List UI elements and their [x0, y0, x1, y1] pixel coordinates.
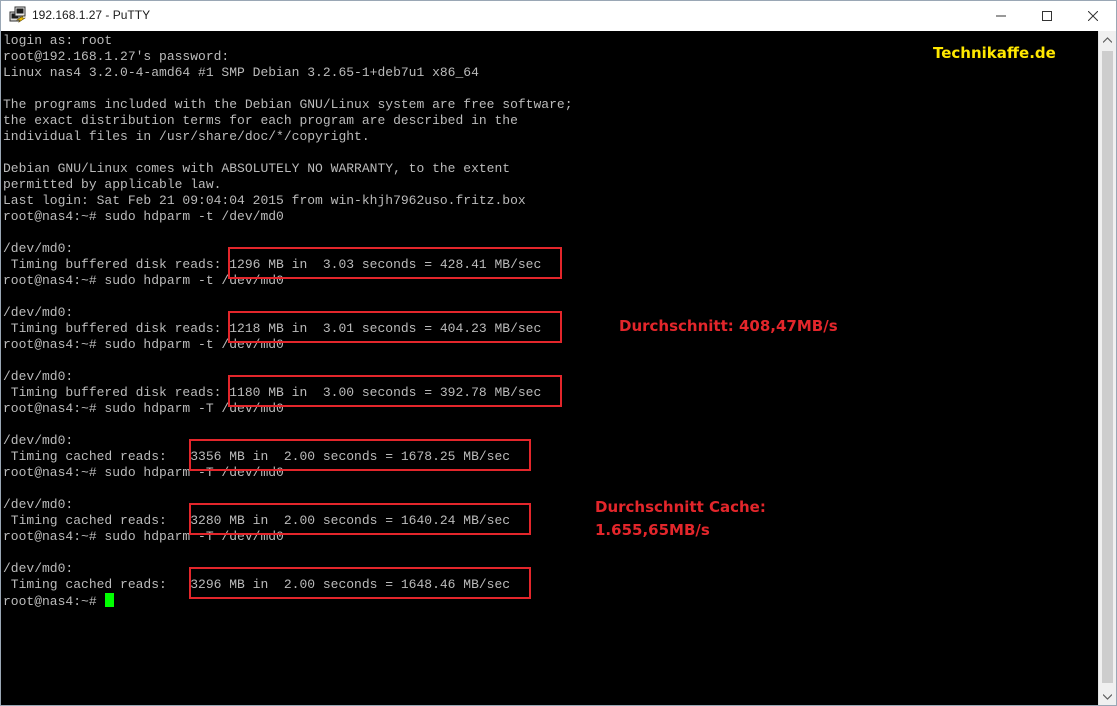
- close-icon: [1088, 11, 1098, 21]
- scroll-down-button[interactable]: [1099, 688, 1116, 705]
- terminal-line: /dev/md0:: [3, 433, 74, 448]
- terminal-prompt: root@nas4:~#: [3, 594, 105, 609]
- highlight-box-cache-read-3: [189, 567, 531, 599]
- maximize-icon: [1042, 11, 1052, 21]
- window-title: 192.168.1.27 - PuTTY: [32, 8, 151, 22]
- terminal-line: The programs included with the Debian GN…: [3, 97, 573, 112]
- terminal-line: /dev/md0:: [3, 241, 74, 256]
- terminal-line: Linux nas4 3.2.0-4-amd64 #1 SMP Debian 3…: [3, 65, 479, 80]
- scroll-up-button[interactable]: [1099, 31, 1116, 48]
- vertical-scrollbar[interactable]: [1098, 31, 1116, 705]
- terminal-area[interactable]: login as: root root@192.168.1.27's passw…: [1, 31, 1098, 705]
- scroll-up-arrow-icon: [1103, 36, 1112, 43]
- terminal-line: Debian GNU/Linux comes with ABSOLUTELY N…: [3, 161, 511, 176]
- brand-watermark: Technikaffe.de: [933, 44, 1056, 62]
- terminal-line: /dev/md0:: [3, 497, 74, 512]
- cache-average-annotation-label: Durchschnitt Cache:: [595, 498, 766, 516]
- scrollbar-thumb[interactable]: [1102, 51, 1113, 683]
- terminal-line: individual files in /usr/share/doc/*/cop…: [3, 129, 370, 144]
- scroll-down-arrow-icon: [1103, 693, 1112, 700]
- highlight-box-cache-read-1: [189, 439, 531, 471]
- terminal-line: the exact distribution terms for each pr…: [3, 113, 518, 128]
- minimize-button[interactable]: [978, 1, 1024, 31]
- putty-window: 192.168.1.27 - PuTTY login as: root root…: [0, 0, 1117, 706]
- terminal-cursor: [105, 593, 115, 607]
- highlight-box-disk-read-1: [228, 247, 562, 279]
- putty-terminal-icon[interactable]: [9, 6, 27, 24]
- highlight-box-cache-read-2: [189, 503, 531, 535]
- terminal-line: login as: root: [3, 33, 113, 48]
- title-bar[interactable]: 192.168.1.27 - PuTTY: [1, 1, 1116, 31]
- terminal-line: /dev/md0:: [3, 561, 74, 576]
- highlight-box-disk-read-2: [228, 311, 562, 343]
- terminal-line: root@192.168.1.27's password:: [3, 49, 230, 64]
- terminal-prompt-line: root@nas4:~#: [3, 593, 115, 609]
- terminal-line: permitted by applicable law.: [3, 177, 222, 192]
- highlight-box-disk-read-3: [228, 375, 562, 407]
- minimize-icon: [996, 15, 1006, 17]
- terminal-line: Last login: Sat Feb 21 09:04:04 2015 fro…: [3, 193, 526, 208]
- maximize-button[interactable]: [1024, 1, 1070, 31]
- terminal-line: /dev/md0:: [3, 305, 74, 320]
- close-button[interactable]: [1070, 1, 1116, 31]
- disk-average-annotation: Durchschnitt: 408,47MB/s: [619, 317, 838, 335]
- terminal-line: root@nas4:~# sudo hdparm -t /dev/md0: [3, 209, 284, 224]
- terminal-line: /dev/md0:: [3, 369, 74, 384]
- cache-average-annotation-value: 1.655,65MB/s: [595, 521, 710, 539]
